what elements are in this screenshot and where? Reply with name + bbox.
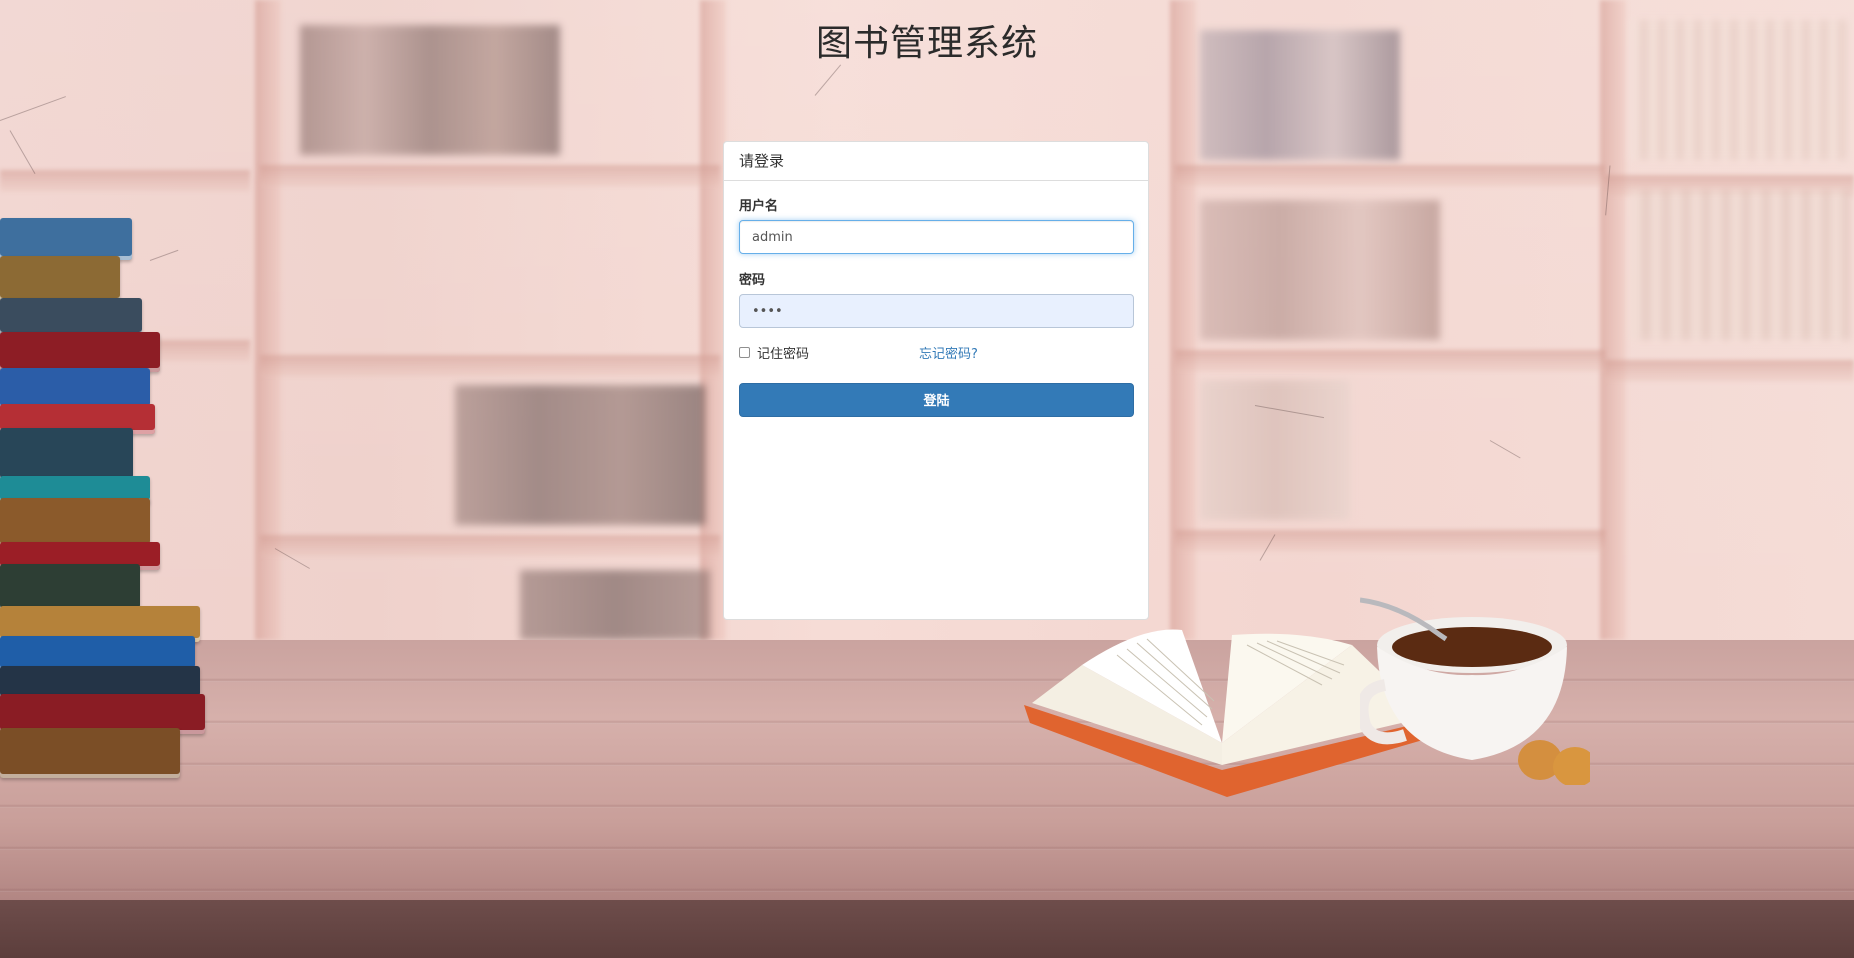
table-edge — [0, 900, 1854, 958]
shelf-board — [0, 170, 250, 192]
stacked-book — [0, 256, 120, 302]
stacked-book — [0, 298, 142, 336]
forgot-password-link[interactable]: 忘记密码? — [919, 343, 978, 362]
shelf-board — [1605, 360, 1854, 382]
password-group: 密码 — [739, 269, 1134, 328]
options-row: 记住密码 忘记密码? — [739, 343, 1133, 365]
login-panel: 请登录 用户名 密码 记住密码 忘记密码? 登陆 — [723, 141, 1149, 620]
username-label: 用户名 — [739, 199, 779, 214]
login-button[interactable]: 登陆 — [739, 383, 1134, 417]
blurred-books — [455, 385, 705, 525]
stacked-book — [0, 498, 150, 548]
stacked-book — [0, 564, 140, 612]
remember-label: 记住密码 — [757, 347, 810, 362]
login-form: 用户名 密码 记住密码 忘记密码? 登陆 — [724, 181, 1148, 432]
username-group: 用户名 — [739, 195, 1134, 254]
stacked-book — [0, 218, 132, 260]
shelf-board — [1175, 530, 1605, 552]
panel-heading: 请登录 — [724, 142, 1148, 181]
stacked-book — [0, 728, 180, 778]
shelf-board — [1175, 350, 1605, 372]
shelf-board — [260, 535, 720, 557]
blurred-books — [1200, 380, 1350, 520]
coffee-cup-illustration — [1360, 597, 1590, 785]
login-page: 图书管理系统 请登录 用户名 密码 记住密码 忘记密码? 登陆 — [0, 0, 1854, 958]
password-input[interactable] — [739, 294, 1134, 328]
shelf-board — [1175, 165, 1605, 187]
shelf-board — [260, 165, 720, 187]
blurred-books — [1200, 200, 1440, 340]
stacked-book — [0, 332, 160, 372]
shelf-board — [260, 355, 720, 377]
checkbox-unchecked-icon[interactable] — [739, 347, 750, 358]
password-label: 密码 — [739, 273, 766, 288]
remember-password[interactable]: 记住密码 — [739, 343, 809, 362]
page-title: 图书管理系统 — [815, 23, 1038, 64]
blurred-books — [520, 570, 710, 640]
username-input[interactable] — [739, 220, 1134, 254]
blurred-books — [1630, 190, 1850, 340]
stacked-book — [0, 428, 133, 482]
